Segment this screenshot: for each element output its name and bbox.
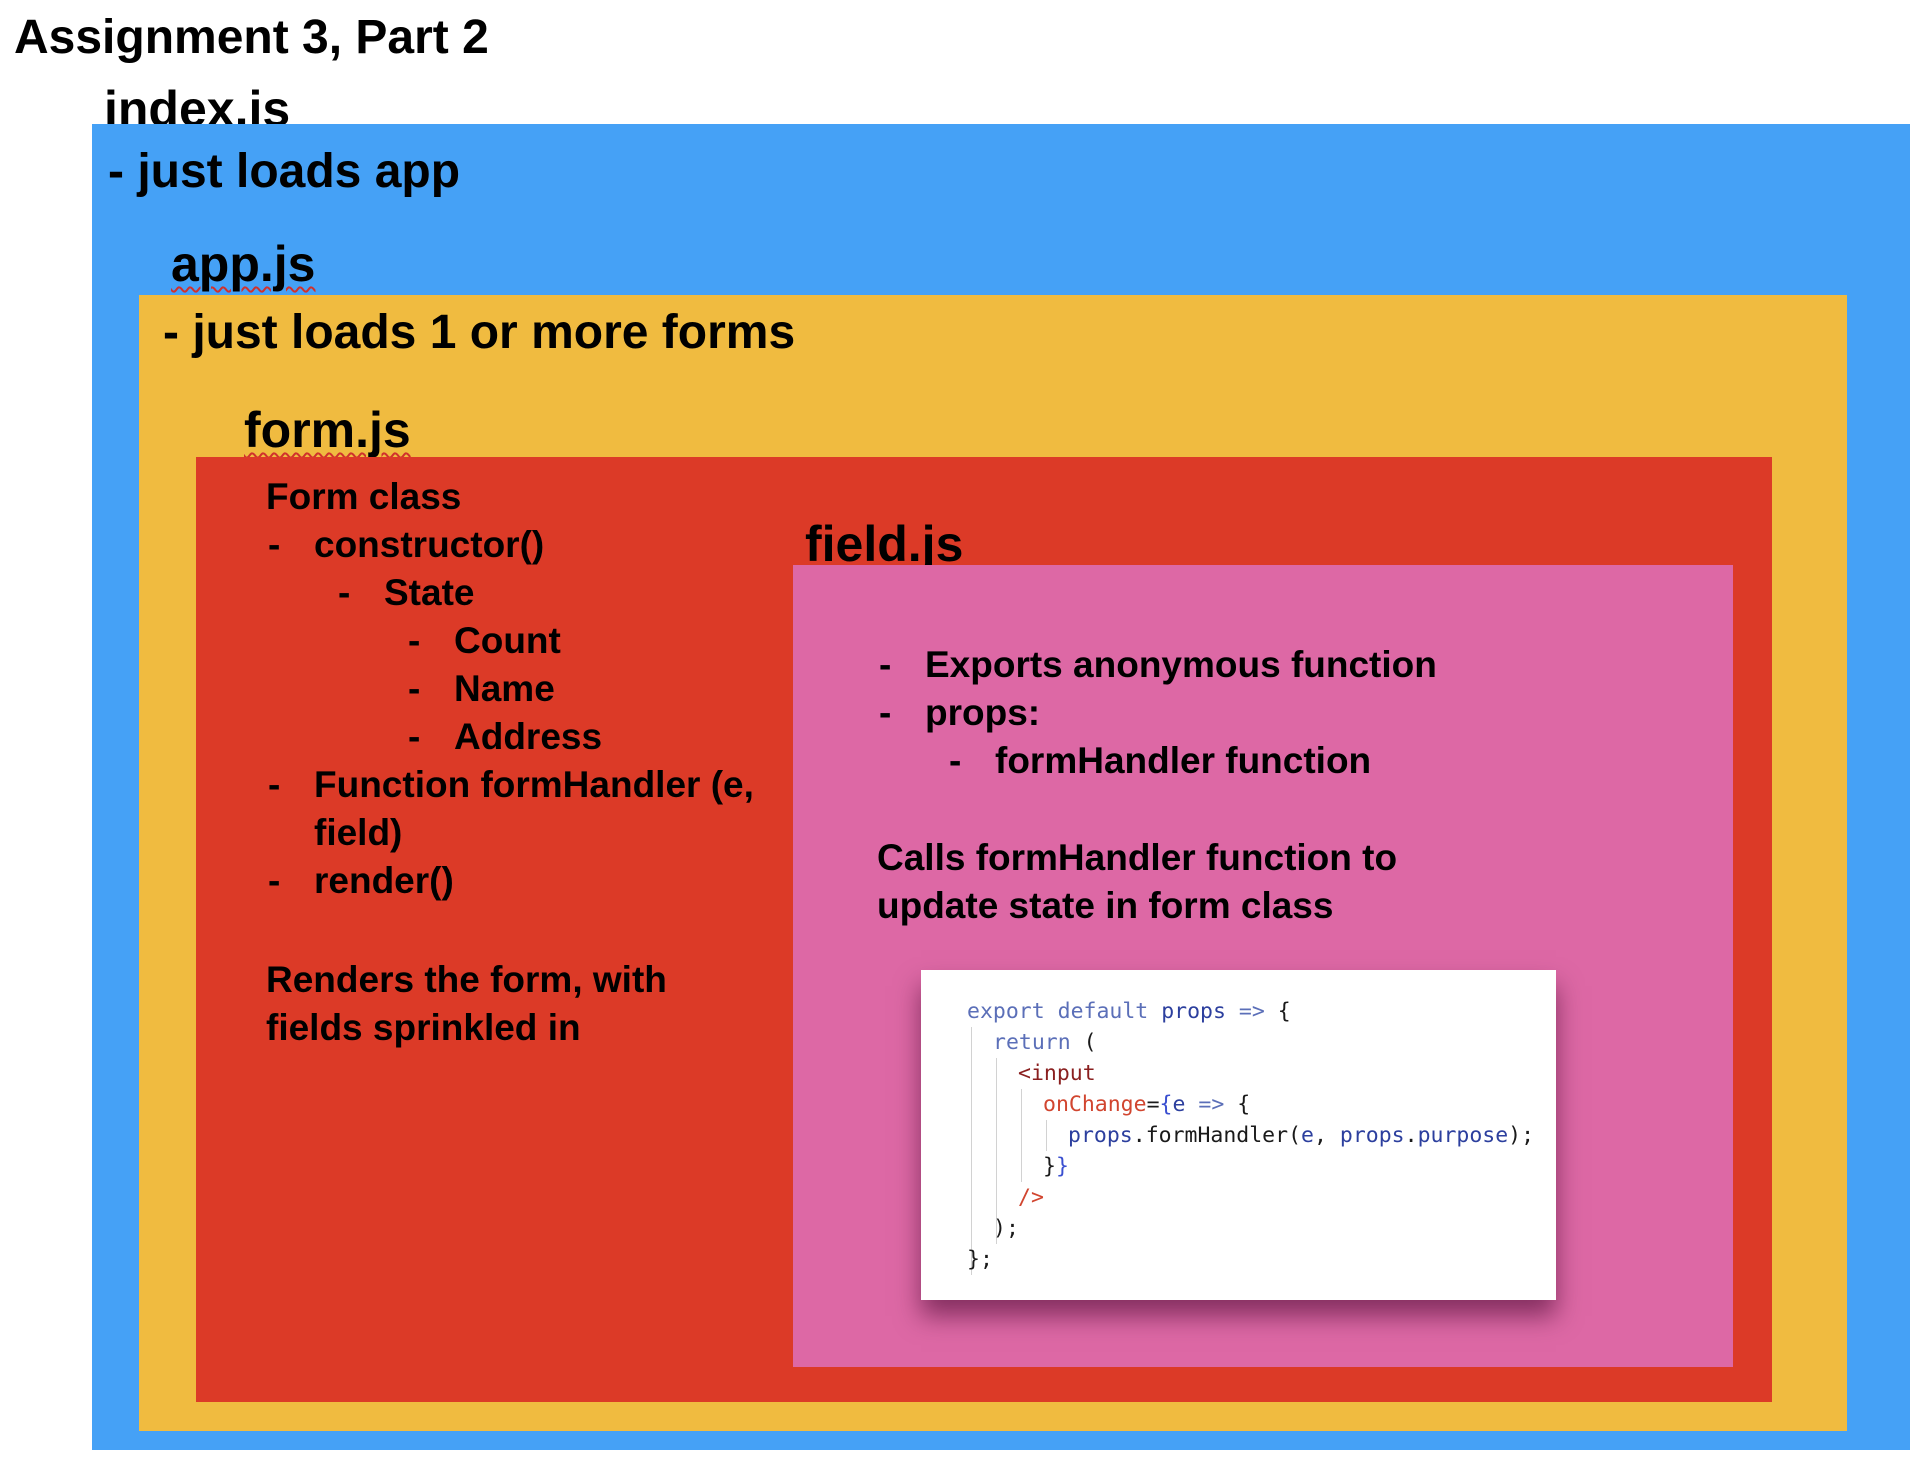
form-note: Renders the form, with fields sprinkled … [266,959,667,1048]
code-line-8: ); [993,1216,1019,1241]
code-line-2: return ( [993,1030,1097,1055]
code-block: export default props => { return ( <inpu… [967,996,1534,1275]
form-item-formhandler: Function formHandler (e, field) [266,761,796,857]
index-js-description: - just loads app [108,145,461,198]
field-outline: Exports anonymous function props: formHa… [877,641,1597,785]
form-item-constructor: constructor() State Count Name Address [266,521,796,761]
code-snippet: export default props => { return ( <inpu… [921,970,1556,1300]
form-item-name: Name [406,665,796,713]
app-js-description: - just loads 1 or more forms [163,306,796,359]
code-line-9: }; [967,1247,993,1272]
field-item-formhandler: formHandler function [947,737,1597,785]
form-js-label: form.js [244,401,411,459]
code-line-7: /> [1018,1185,1044,1210]
code-line-5: props.formHandler(e, props.purpose); [1068,1123,1535,1148]
code-line-1: export default props => { [967,999,1291,1024]
form-item-count: Count [406,617,796,665]
field-item-exports: Exports anonymous function [877,641,1597,689]
form-member-list: constructor() State Count Name Address F… [266,521,796,905]
field-item-list: Exports anonymous function props: formHa… [877,641,1597,785]
form-item-state: State Count Name Address [336,569,796,761]
form-class-outline: Form class constructor() State Count Nam… [266,473,796,905]
code-line-3: <input [1018,1061,1096,1086]
form-js-filename: form.js [244,402,411,458]
app-js-label: app.js [171,235,315,293]
form-item-address: Address [406,713,796,761]
page-title: Assignment 3, Part 2 [14,11,489,64]
field-item-props: props: formHandler function [877,689,1597,785]
form-item-render: render() [266,857,796,905]
form-class-label: Form class [266,476,462,517]
field-note: Calls formHandler function to update sta… [877,837,1398,926]
code-line-6: }} [1043,1154,1069,1179]
code-line-4: onChange={e => { [1043,1092,1251,1117]
app-js-filename: app.js [171,236,316,292]
